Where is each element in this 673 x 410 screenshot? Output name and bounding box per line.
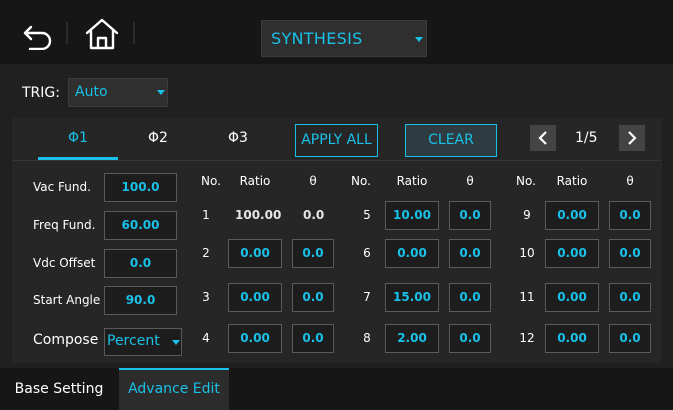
harmonic-ratio-field[interactable]: 0.00 bbox=[545, 201, 599, 230]
harmonic-ratio-value: 100.00 bbox=[235, 208, 282, 222]
harmonic-number: 6 bbox=[363, 246, 371, 260]
harmonic-number: 11 bbox=[519, 290, 535, 304]
harmonic-panel: Φ1 Φ2 Φ3 APPLY ALL CLEAR 1/5 Vac Fund. 1… bbox=[12, 118, 662, 363]
vac-fund-field[interactable]: 100.0 bbox=[104, 173, 177, 202]
harmonic-theta-field[interactable]: 0.0 bbox=[449, 283, 491, 312]
compose-select[interactable]: Percent bbox=[104, 328, 182, 356]
harmonic-ratio-field[interactable]: 0.00 bbox=[545, 283, 599, 312]
vac-fund-label: Vac Fund. bbox=[33, 180, 91, 194]
apply-all-button[interactable]: APPLY ALL bbox=[295, 124, 378, 157]
harmonic-ratio-field[interactable]: 0.00 bbox=[228, 324, 282, 353]
chevron-left-icon bbox=[538, 131, 547, 145]
harmonic-theta-value: 0.0 bbox=[303, 208, 325, 222]
vdc-offset-label: Vdc Offset bbox=[33, 256, 96, 270]
chevron-down-icon bbox=[415, 37, 423, 42]
start-angle-field[interactable]: 90.0 bbox=[104, 286, 177, 315]
harmonic-number: 9 bbox=[523, 208, 531, 222]
bottom-tab-bar: Base Setting Advance Edit bbox=[0, 368, 673, 410]
start-angle-label: Start Angle bbox=[33, 293, 101, 307]
divider bbox=[66, 22, 68, 44]
mode-select[interactable]: SYNTHESIS bbox=[261, 20, 427, 57]
divider bbox=[12, 160, 662, 161]
divider bbox=[133, 22, 135, 44]
harmonic-theta-field[interactable]: 0.0 bbox=[292, 283, 334, 312]
harmonic-number: 1 bbox=[202, 208, 210, 222]
harmonic-number: 4 bbox=[202, 331, 210, 345]
page-indicator: 1/5 bbox=[575, 130, 598, 146]
home-icon[interactable] bbox=[84, 17, 120, 51]
harmonic-theta-field[interactable]: 0.0 bbox=[292, 324, 334, 353]
column-header-no: No. bbox=[351, 174, 371, 188]
tab-phase-2[interactable]: Φ2 bbox=[118, 130, 198, 146]
column-header-no: No. bbox=[201, 174, 221, 188]
harmonic-number: 10 bbox=[519, 246, 535, 260]
chevron-right-icon bbox=[628, 131, 637, 145]
harmonic-theta-field[interactable]: 0.0 bbox=[449, 324, 491, 353]
harmonic-theta-field[interactable]: 0.0 bbox=[609, 239, 651, 268]
back-icon[interactable] bbox=[22, 22, 54, 50]
harmonic-ratio-field[interactable]: 0.00 bbox=[545, 239, 599, 268]
tab-phase-1[interactable]: Φ1 bbox=[38, 130, 118, 146]
column-header-theta: θ bbox=[309, 174, 317, 188]
harmonic-ratio-field[interactable]: 0.00 bbox=[545, 324, 599, 353]
harmonic-number: 12 bbox=[519, 331, 535, 345]
trig-select[interactable]: Auto bbox=[68, 78, 168, 107]
harmonic-number: 7 bbox=[363, 290, 371, 304]
prev-page-button[interactable] bbox=[530, 125, 556, 151]
harmonic-ratio-field[interactable]: 0.00 bbox=[228, 239, 282, 268]
vdc-offset-field[interactable]: 0.0 bbox=[104, 249, 177, 278]
harmonic-ratio-field[interactable]: 10.00 bbox=[385, 201, 439, 230]
column-header-ratio: Ratio bbox=[556, 174, 588, 188]
tab-advance-edit[interactable]: Advance Edit bbox=[119, 368, 229, 410]
trig-label: TRIG: bbox=[22, 85, 60, 101]
harmonic-ratio-field[interactable]: 15.00 bbox=[385, 283, 439, 312]
clear-button[interactable]: CLEAR bbox=[405, 124, 497, 157]
harmonic-theta-field[interactable]: 0.0 bbox=[609, 201, 651, 230]
screen: SYNTHESIS TRIG: Auto Φ1 Φ2 Φ3 APPLY ALL … bbox=[0, 0, 673, 410]
column-header-theta: θ bbox=[626, 174, 634, 188]
freq-fund-field[interactable]: 60.00 bbox=[104, 211, 177, 240]
tab-base-setting[interactable]: Base Setting bbox=[0, 368, 118, 410]
harmonic-theta-field[interactable]: 0.0 bbox=[609, 324, 651, 353]
mode-select-value: SYNTHESIS bbox=[271, 29, 363, 48]
harmonic-ratio-field[interactable]: 0.00 bbox=[228, 283, 282, 312]
harmonic-theta-field[interactable]: 0.0 bbox=[449, 239, 491, 268]
column-header-ratio: Ratio bbox=[396, 174, 428, 188]
harmonic-number: 2 bbox=[202, 246, 210, 260]
harmonic-number: 8 bbox=[363, 331, 371, 345]
chevron-down-icon bbox=[172, 340, 180, 345]
next-page-button[interactable] bbox=[619, 125, 645, 151]
harmonic-number: 3 bbox=[202, 290, 210, 304]
compose-select-value: Percent bbox=[107, 333, 160, 349]
freq-fund-label: Freq Fund. bbox=[33, 218, 96, 232]
compose-label: Compose bbox=[33, 332, 99, 348]
column-header-ratio: Ratio bbox=[239, 174, 271, 188]
top-bar: SYNTHESIS bbox=[0, 0, 673, 64]
harmonic-theta-field[interactable]: 0.0 bbox=[449, 201, 491, 230]
harmonic-ratio-field[interactable]: 0.00 bbox=[385, 239, 439, 268]
tab-phase-3[interactable]: Φ3 bbox=[198, 130, 278, 146]
column-header-no: No. bbox=[516, 174, 536, 188]
harmonic-theta-field[interactable]: 0.0 bbox=[609, 283, 651, 312]
chevron-down-icon bbox=[157, 90, 165, 95]
trig-select-value: Auto bbox=[75, 84, 108, 100]
column-header-theta: θ bbox=[466, 174, 474, 188]
harmonic-number: 5 bbox=[363, 208, 371, 222]
harmonic-ratio-field[interactable]: 2.00 bbox=[385, 324, 439, 353]
harmonic-theta-field[interactable]: 0.0 bbox=[292, 239, 334, 268]
